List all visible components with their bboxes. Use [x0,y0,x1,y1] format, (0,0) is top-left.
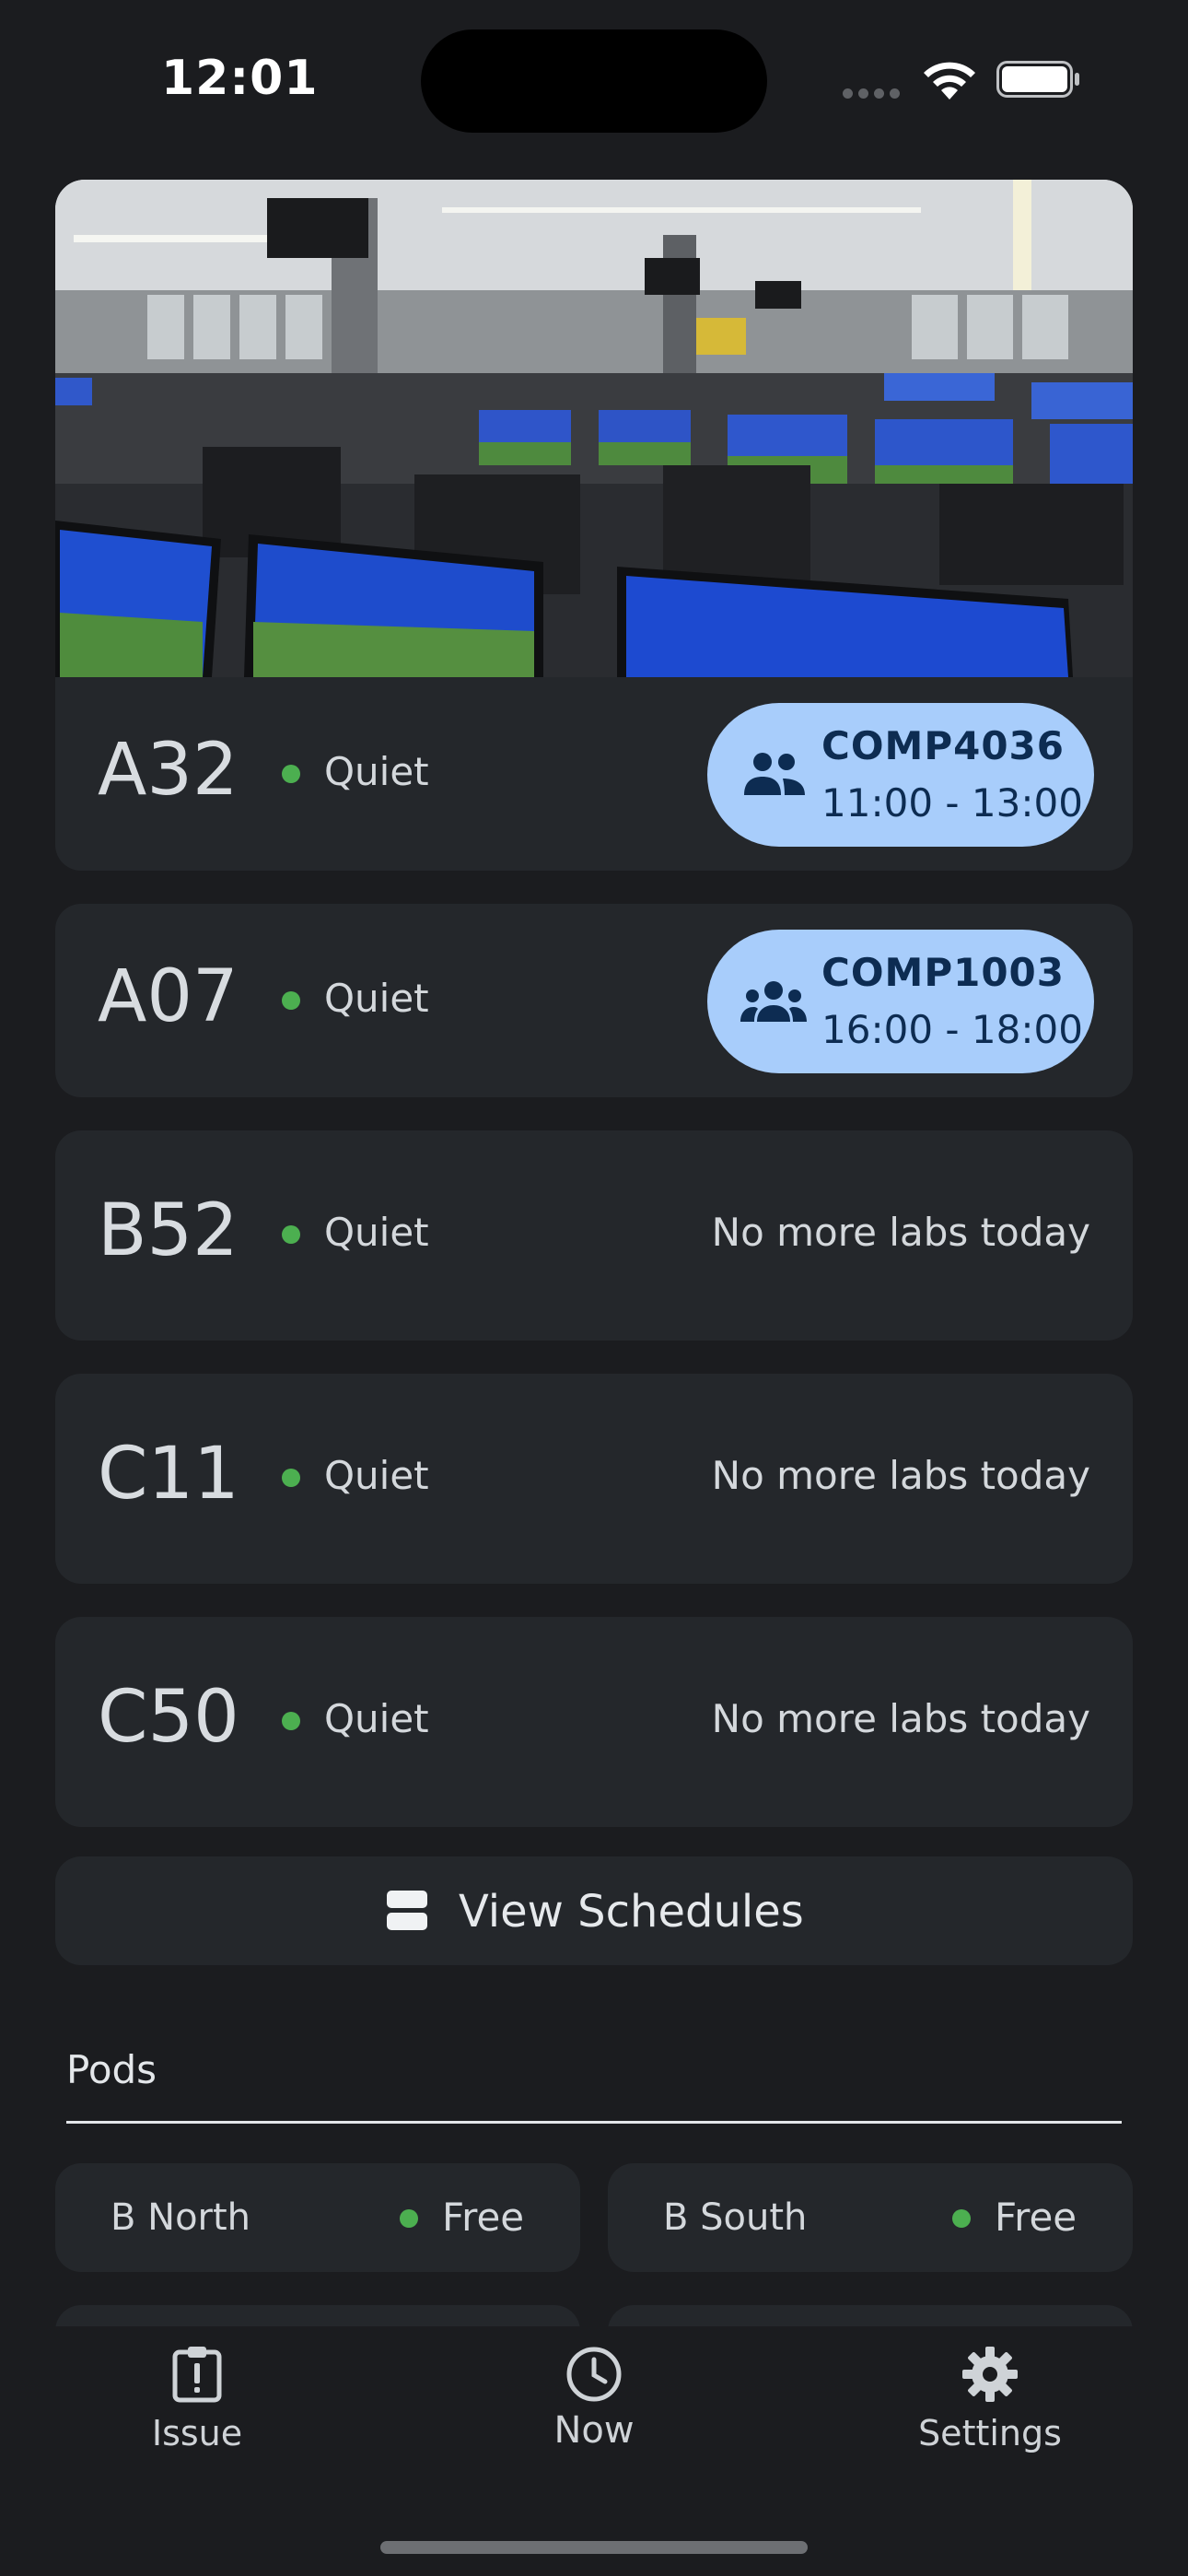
pod-card[interactable]: B North Free [55,2163,580,2272]
pods-divider [66,2121,1122,2124]
cellular-signal-icon [843,85,907,99]
no-more-labs-text: No more labs today [711,1696,1090,1741]
no-more-labs-text: No more labs today [711,1210,1090,1255]
status-dot [400,2209,418,2228]
room-name: C50 [98,1676,239,1759]
gear-icon [962,2347,1018,2402]
lab-card[interactable]: A32 Quiet COMP4036 11:00 - 13:00 [55,677,1133,871]
room-status: Quiet [324,1696,429,1741]
nav-settings[interactable]: Settings [852,2345,1128,2474]
dynamic-island [421,29,767,133]
status-dot [282,1469,300,1487]
pod-name: B South [663,2196,808,2239]
nav-issue[interactable]: Issue [59,2345,335,2474]
wifi-icon [924,62,975,100]
no-more-labs-text: No more labs today [711,1453,1090,1498]
pods-heading: Pods [66,2047,157,2092]
room-name: C11 [98,1433,239,1516]
room-status: Quiet [324,976,429,1021]
nav-now-label: Now [553,2409,635,2452]
view-schedules-label: View Schedules [459,1886,804,1938]
report-clipboard-icon [172,2347,222,2403]
groups-icon [740,981,807,1022]
nav-issue-label: Issue [151,2413,243,2453]
session-pill[interactable]: COMP4036 11:00 - 13:00 [707,703,1094,847]
pod-status: Free [442,2195,525,2240]
nav-settings-label: Settings [918,2413,1062,2453]
status-dot [952,2209,971,2228]
lab-card[interactable]: A07 Quiet COMP1003 16:00 - 18:00 [55,904,1133,1097]
status-dot [282,1225,300,1244]
home-indicator[interactable] [380,2541,808,2554]
battery-icon [996,61,1079,98]
session-pill[interactable]: COMP1003 16:00 - 18:00 [707,930,1094,1073]
view-agenda-icon [387,1891,427,1930]
status-bar: 12:01 [0,0,1188,157]
status-dot [282,765,300,783]
lab-card[interactable]: C11 Quiet No more labs today [55,1374,1133,1584]
room-name: A07 [98,955,239,1038]
lab-card[interactable]: C50 Quiet No more labs today [55,1617,1133,1827]
session-code: COMP1003 [821,950,1065,995]
room-name: B52 [98,1189,239,1272]
pod-status: Free [995,2195,1077,2240]
room-status: Quiet [324,749,429,794]
lab-photo [55,180,1133,677]
status-time: 12:01 [161,51,319,106]
pod-name: B North [111,2196,251,2239]
pod-card[interactable]: B South Free [608,2163,1133,2272]
session-code: COMP4036 [821,723,1065,768]
status-dot [282,991,300,1010]
session-hours: 11:00 - 13:00 [821,780,1083,825]
session-hours: 16:00 - 18:00 [821,1007,1083,1052]
view-schedules-button[interactable]: View Schedules [55,1856,1133,1965]
status-dot [282,1712,300,1730]
clock-icon [566,2347,622,2402]
room-name: A32 [98,729,239,812]
group-icon [744,753,805,795]
room-status: Quiet [324,1453,429,1498]
room-status: Quiet [324,1210,429,1255]
lab-card[interactable]: B52 Quiet No more labs today [55,1130,1133,1341]
nav-now[interactable]: Now [456,2345,732,2474]
